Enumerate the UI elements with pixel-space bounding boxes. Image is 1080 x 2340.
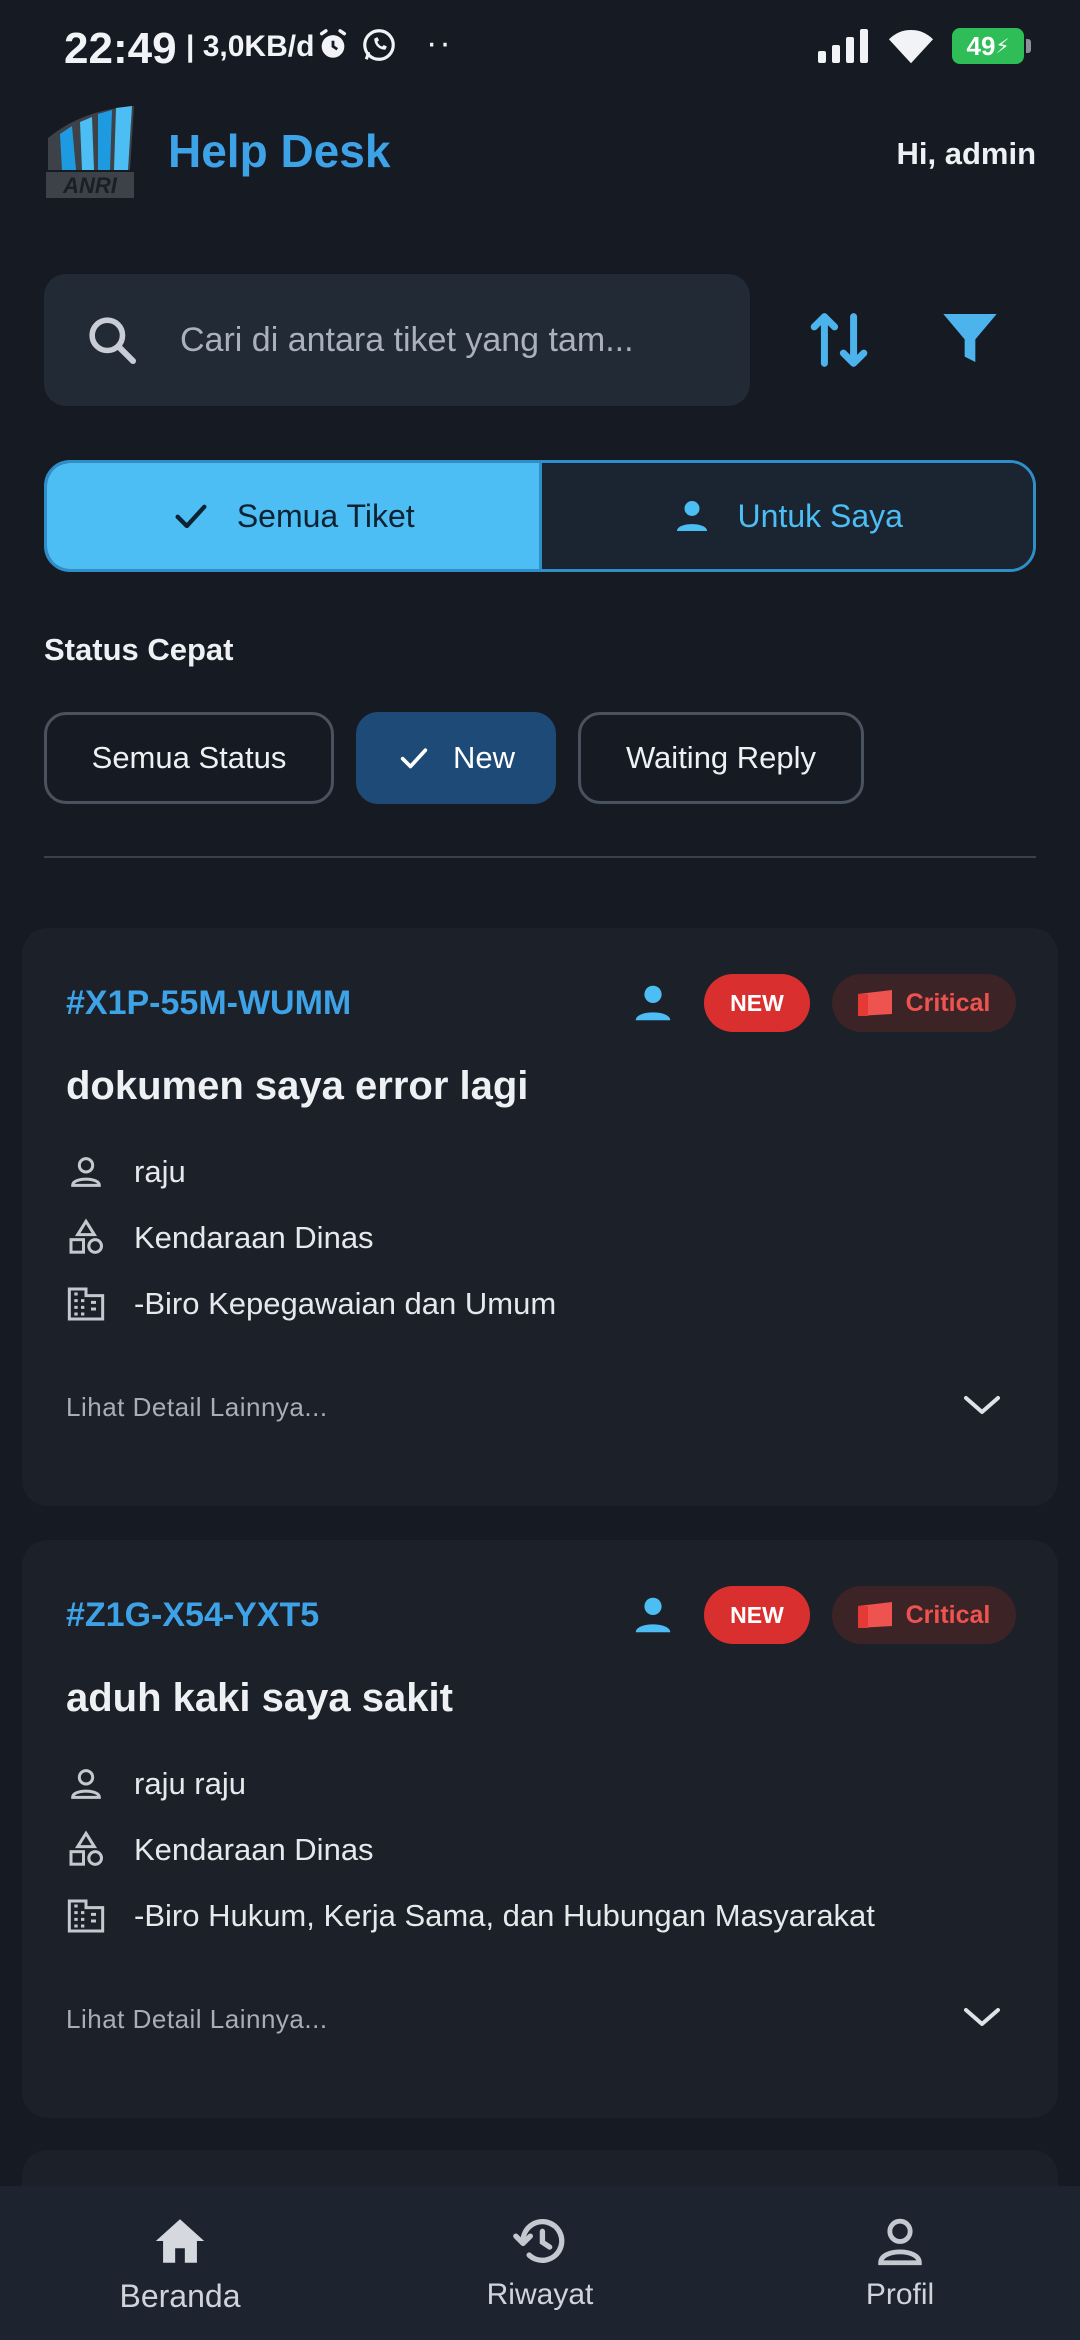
ticket-user-name: raju raju (134, 1766, 246, 1801)
divider (44, 856, 1036, 858)
history-icon (513, 2219, 565, 2263)
chip-all-status-label: Semua Status (91, 740, 287, 775)
flag-icon (857, 1602, 892, 1628)
ticket-department: -Biro Kepegawaian dan Umum (66, 1284, 556, 1324)
ticket-title: aduh kaki saya sakit (66, 1676, 453, 1720)
ticket-user: raju (66, 1152, 186, 1192)
chevron-down-icon[interactable] (962, 2002, 1002, 2032)
ticket-department: -Biro Hukum, Kerja Sama, dan Hubungan Ma… (66, 1896, 875, 1936)
ticket-card[interactable]: #X1P-55M-WUMM NEW Critical dokumen saya … (22, 928, 1058, 1506)
tab-for-me[interactable]: Untuk Saya (538, 463, 1033, 569)
status-time: 22:49 (64, 24, 177, 73)
status-badge: NEW (704, 1586, 810, 1644)
see-more-details[interactable]: Lihat Detail Lainnya... (66, 2004, 328, 2035)
whatsapp-icon (363, 29, 395, 61)
category-icon (69, 1218, 103, 1254)
person-outline-icon (71, 1157, 101, 1187)
profile-icon (878, 2218, 922, 2266)
search-bar[interactable] (44, 274, 750, 406)
tab-all-tickets-label: Semua Tiket (236, 497, 415, 534)
assignee-icon (635, 1597, 671, 1633)
alarm-icon (319, 29, 347, 58)
nav-home-label: Beranda (119, 2278, 241, 2314)
ticket-category-name: Kendaraan Dinas (134, 1220, 374, 1255)
status-badge: NEW (704, 974, 810, 1032)
ticket-title: dokumen saya error lagi (66, 1064, 529, 1108)
person-outline-icon (71, 1769, 101, 1799)
search-input[interactable] (180, 320, 700, 360)
check-icon (400, 748, 428, 769)
chip-new[interactable]: New (356, 712, 556, 804)
chip-waiting-reply[interactable]: Waiting Reply (578, 712, 864, 804)
priority-label: Critical (905, 988, 991, 1017)
logo-text: ANRI (62, 173, 118, 198)
status-network-speed: | 3,0KB/d (186, 30, 315, 63)
ticket-user: raju raju (66, 1764, 246, 1804)
tab-for-me-label: Untuk Saya (737, 497, 903, 534)
ticket-user-name: raju (134, 1154, 186, 1189)
tab-all-tickets[interactable]: Semua Tiket (47, 463, 539, 569)
ticket-category: Kendaraan Dinas (66, 1218, 374, 1258)
signal-icon (818, 29, 868, 63)
ticket-id: #Z1G-X54-YXT5 (66, 1596, 320, 1634)
nav-profile-label: Profil (865, 2278, 935, 2311)
user-greeting: Hi, admin (896, 136, 1036, 171)
assignee-icon (635, 985, 671, 1021)
app-title: Help Desk (168, 125, 391, 177)
status-system-icons: 49 ⚡ (818, 28, 1031, 64)
status-bar: 22:49 | 3,0KB/d ·· 49 ⚡ (0, 0, 1080, 96)
flag-icon (857, 990, 892, 1016)
priority-badge: Critical (832, 974, 1016, 1032)
sort-icon[interactable] (804, 304, 874, 376)
category-icon (69, 1830, 103, 1866)
quick-status-chips: Semua Status New Waiting Reply (44, 712, 864, 804)
ticket-card[interactable]: #Z1G-X54-YXT5 NEW Critical aduh kaki say… (22, 1540, 1058, 2118)
nav-profile[interactable]: Profil (720, 2186, 1080, 2340)
person-icon (676, 501, 707, 531)
nav-history[interactable]: Riwayat (360, 2186, 720, 2340)
ticket-department-name: -Biro Hukum, Kerja Sama, dan Hubungan Ma… (134, 1898, 875, 1933)
status-more-dots: ·· (426, 24, 453, 62)
anri-logo: ANRI (42, 100, 138, 200)
bottom-navigation: Beranda Riwayat Profil (0, 2186, 1080, 2340)
ticket-department-name: -Biro Kepegawaian dan Umum (134, 1286, 557, 1321)
chevron-down-icon[interactable] (962, 1390, 1002, 1420)
battery-indicator: 49 ⚡ (952, 28, 1031, 64)
chip-new-label: New (452, 740, 515, 775)
home-icon (155, 2219, 205, 2263)
ticket-id: #X1P-55M-WUMM (66, 984, 352, 1022)
priority-label: Critical (905, 1600, 991, 1629)
search-icon (89, 317, 137, 365)
see-more-details[interactable]: Lihat Detail Lainnya... (66, 1392, 328, 1423)
quick-status-title: Status Cepat (44, 632, 234, 667)
building-icon (67, 1287, 105, 1321)
check-icon (175, 504, 207, 529)
battery-level: 49 (966, 30, 996, 61)
status-notification-icons (316, 26, 398, 64)
ticket-category: Kendaraan Dinas (66, 1830, 374, 1870)
chip-all-status[interactable]: Semua Status (44, 712, 334, 804)
building-icon (67, 1899, 105, 1933)
ticket-scope-toggle: Semua Tiket Untuk Saya (44, 460, 1036, 572)
charging-icon: ⚡ (995, 35, 1010, 58)
chip-waiting-reply-label: Waiting Reply (625, 740, 817, 775)
ticket-category-name: Kendaraan Dinas (134, 1832, 374, 1867)
filter-icon[interactable] (938, 306, 1002, 370)
nav-history-label: Riwayat (486, 2278, 594, 2311)
nav-home[interactable]: Beranda (0, 2186, 360, 2340)
wifi-icon (888, 29, 934, 64)
priority-badge: Critical (832, 1586, 1016, 1644)
